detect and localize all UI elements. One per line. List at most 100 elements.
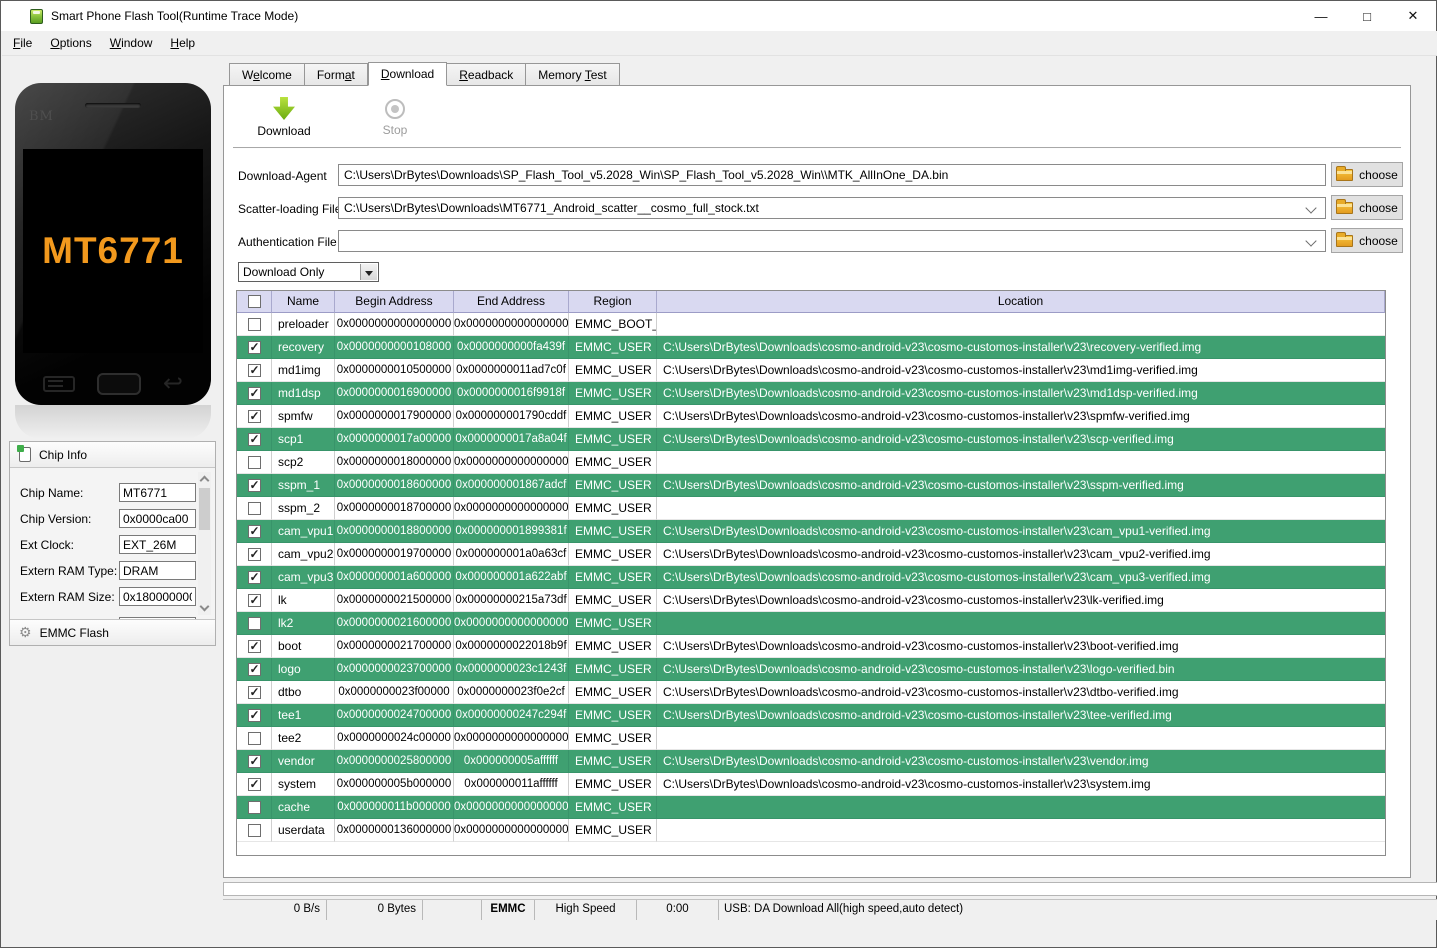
col-header-region[interactable]: Region — [569, 291, 657, 313]
menu-window[interactable]: Window — [101, 32, 162, 54]
stop-button[interactable]: Stop — [363, 97, 427, 137]
close-button[interactable]: ✕ — [1390, 1, 1436, 31]
cell-name: preloader — [272, 313, 335, 336]
row-checkbox[interactable] — [248, 755, 261, 768]
table-row[interactable]: sspm_1 0x0000000018600000 0x000000001867… — [237, 474, 1385, 497]
row-checkbox[interactable] — [248, 824, 261, 837]
row-checkbox[interactable] — [248, 732, 261, 745]
tab-memory-test[interactable]: Memory Test — [526, 63, 619, 86]
table-row[interactable]: logo 0x0000000023700000 0x0000000023c124… — [237, 658, 1385, 681]
chip-info-fields: Chip Name: Chip Version: Ext Clock: Exte… — [10, 468, 215, 619]
choose-scatter-button[interactable]: choose — [1331, 195, 1403, 220]
download-mode-select[interactable]: Download Only — [238, 262, 379, 282]
scatter-file-input[interactable] — [338, 197, 1326, 219]
chip-info-scrollbar[interactable] — [198, 472, 211, 615]
cell-name: tee1 — [272, 704, 335, 727]
cell-end-address: 0x0000000000000000 — [454, 451, 569, 474]
ext-clock-field[interactable] — [119, 535, 196, 554]
table-row[interactable]: lk2 0x0000000021600000 0x000000000000000… — [237, 612, 1385, 635]
row-checkbox[interactable] — [248, 801, 261, 814]
scatter-file-label: Scatter-loading File — [238, 202, 341, 216]
table-row[interactable]: userdata 0x0000000136000000 0x0000000000… — [237, 819, 1385, 842]
table-row[interactable]: cam_vpu3 0x000000001a600000 0x000000001a… — [237, 566, 1385, 589]
row-checkbox[interactable] — [248, 640, 261, 653]
tab-download[interactable]: Download — [368, 62, 447, 86]
row-checkbox[interactable] — [248, 479, 261, 492]
choose-auth-button[interactable]: choose — [1331, 228, 1403, 253]
row-checkbox[interactable] — [248, 548, 261, 561]
minimize-button[interactable]: — — [1298, 1, 1344, 31]
scroll-thumb[interactable] — [199, 488, 210, 530]
col-header-begin[interactable]: Begin Address — [335, 291, 454, 313]
table-row[interactable]: scp2 0x0000000018000000 0x00000000000000… — [237, 451, 1385, 474]
col-header-location[interactable]: Location — [657, 291, 1385, 313]
row-checkbox[interactable] — [248, 617, 261, 630]
download-button[interactable]: Download — [252, 97, 316, 138]
menu-file[interactable]: File — [4, 32, 41, 54]
table-row[interactable]: cam_vpu1 0x0000000018800000 0x0000000018… — [237, 520, 1385, 543]
scroll-down-icon[interactable] — [200, 602, 210, 612]
cell-location — [657, 796, 1385, 819]
chip-version-field[interactable] — [119, 509, 196, 528]
download-agent-input[interactable] — [338, 164, 1326, 186]
chip-name-field[interactable] — [119, 483, 196, 502]
scroll-up-icon[interactable] — [200, 476, 210, 486]
tab-format[interactable]: Format — [305, 63, 368, 86]
row-checkbox[interactable] — [248, 709, 261, 722]
row-checkbox[interactable] — [248, 341, 261, 354]
ram-size-field[interactable] — [119, 587, 196, 606]
table-row[interactable]: sspm_2 0x0000000018700000 0x000000000000… — [237, 497, 1385, 520]
table-row[interactable]: cam_vpu2 0x0000000019700000 0x000000001a… — [237, 543, 1385, 566]
partition-table-body: preloader 0x0000000000000000 0x000000000… — [237, 313, 1385, 842]
ram-type-field[interactable] — [119, 561, 196, 580]
row-checkbox[interactable] — [248, 594, 261, 607]
row-checkbox[interactable] — [248, 571, 261, 584]
menu-options[interactable]: Options — [41, 32, 100, 54]
cell-region: EMMC_USER — [569, 589, 657, 612]
row-checkbox[interactable] — [248, 686, 261, 699]
row-checkbox[interactable] — [248, 525, 261, 538]
row-checkbox[interactable] — [248, 433, 261, 446]
cell-begin-address: 0x0000000025800000 — [335, 750, 454, 773]
chip-info-header[interactable]: Chip Info — [10, 442, 215, 468]
row-checkbox[interactable] — [248, 364, 261, 377]
table-row[interactable]: md1img 0x0000000010500000 0x0000000011ad… — [237, 359, 1385, 382]
table-row[interactable]: tee1 0x0000000024700000 0x00000000247c29… — [237, 704, 1385, 727]
table-row[interactable]: md1dsp 0x0000000016900000 0x0000000016f9… — [237, 382, 1385, 405]
menu-help[interactable]: Help — [161, 32, 204, 54]
dropdown-arrow-icon[interactable] — [360, 264, 377, 280]
row-checkbox[interactable] — [248, 387, 261, 400]
table-row[interactable]: vendor 0x0000000025800000 0x000000005aff… — [237, 750, 1385, 773]
choose-da-button[interactable]: choose — [1331, 162, 1403, 187]
cell-end-address: 0x00000000247c294f — [454, 704, 569, 727]
row-checkbox[interactable] — [248, 456, 261, 469]
table-row[interactable]: tee2 0x0000000024c00000 0x00000000000000… — [237, 727, 1385, 750]
emmc-flash-header[interactable]: ⚙ EMMC Flash — [10, 619, 215, 645]
table-row[interactable]: recovery 0x0000000000108000 0x0000000000… — [237, 336, 1385, 359]
cell-begin-address: 0x0000000018000000 — [335, 451, 454, 474]
cell-begin-address: 0x0000000136000000 — [335, 819, 454, 842]
row-checkbox[interactable] — [248, 663, 261, 676]
select-all-checkbox[interactable] — [248, 295, 261, 308]
table-row[interactable]: dtbo 0x0000000023f00000 0x0000000023f0e2… — [237, 681, 1385, 704]
row-checkbox[interactable] — [248, 502, 261, 515]
row-checkbox[interactable] — [248, 778, 261, 791]
table-row[interactable]: boot 0x0000000021700000 0x0000000022018b… — [237, 635, 1385, 658]
tab-readback[interactable]: Readback — [447, 63, 526, 86]
col-header-end[interactable]: End Address — [454, 291, 569, 313]
col-header-name[interactable]: Name — [272, 291, 335, 313]
tab-welcome[interactable]: Welcome — [229, 63, 305, 86]
row-checkbox[interactable] — [248, 410, 261, 423]
table-row[interactable]: lk 0x0000000021500000 0x00000000215a73df… — [237, 589, 1385, 612]
table-row[interactable]: system 0x000000005b000000 0x000000011aff… — [237, 773, 1385, 796]
table-row[interactable]: scp1 0x0000000017a00000 0x0000000017a8a0… — [237, 428, 1385, 451]
cell-end-address: 0x0000000016f9918f — [454, 382, 569, 405]
table-row[interactable]: spmfw 0x0000000017900000 0x000000001790c… — [237, 405, 1385, 428]
table-row[interactable]: cache 0x000000011b000000 0x0000000000000… — [237, 796, 1385, 819]
row-checkbox[interactable] — [248, 318, 261, 331]
table-row[interactable]: preloader 0x0000000000000000 0x000000000… — [237, 313, 1385, 336]
auth-file-input[interactable] — [338, 230, 1326, 252]
cell-begin-address: 0x0000000018700000 — [335, 497, 454, 520]
maximize-button[interactable]: □ — [1344, 1, 1390, 31]
cell-location: C:\Users\DrBytes\Downloads\cosmo-android… — [657, 382, 1385, 405]
